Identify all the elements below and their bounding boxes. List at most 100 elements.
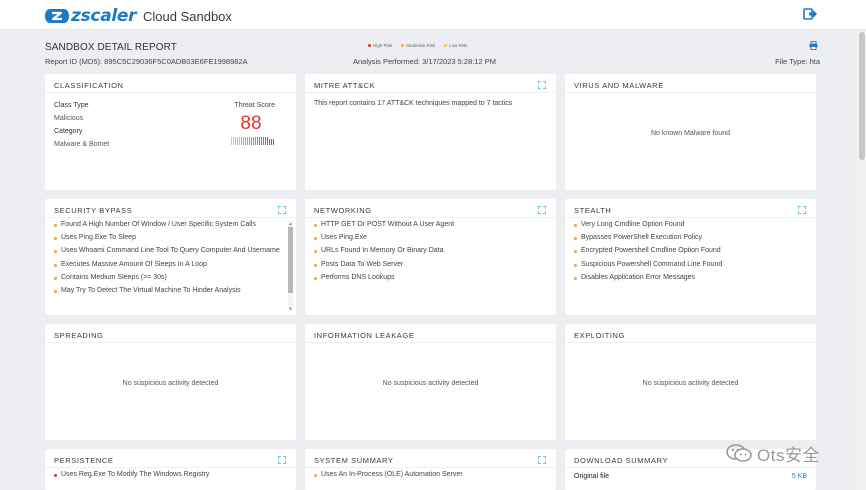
- scroll-down-icon[interactable]: ▼: [288, 306, 293, 311]
- print-icon[interactable]: [809, 41, 818, 50]
- card-title: STEALTH: [574, 206, 612, 215]
- report-id: Report ID (MD5): 895C5C29036F5C0ADB03E6F…: [45, 57, 248, 66]
- card-title: MITRE ATT&CK: [314, 81, 376, 90]
- app-name: Cloud Sandbox: [143, 9, 232, 24]
- category-label: Category: [54, 128, 83, 135]
- divider: [565, 467, 816, 468]
- gauge-tick: [233, 137, 234, 145]
- card-title: INFORMATION LEAKAGE: [314, 331, 415, 340]
- gauge-tick: [247, 137, 248, 145]
- empty-message: No suspicious activity detected: [122, 380, 219, 387]
- list-item: Uses Ping.Exe: [314, 234, 542, 243]
- class-type-label: Class Type: [54, 102, 89, 109]
- finding-list: Uses Reg.Exe To Modify The Windows Regis…: [54, 471, 282, 484]
- list-scrollbar[interactable]: ▲ ▼: [288, 221, 293, 311]
- divider: [565, 342, 816, 343]
- logout-icon[interactable]: [803, 7, 818, 21]
- gauge-tick: [267, 137, 268, 145]
- list-item: Uses An In-Process (OLE) Automation Serv…: [314, 471, 542, 480]
- threat-score-value: 88: [240, 113, 262, 134]
- card-title: SPREADING: [54, 331, 104, 340]
- gauge-tick: [257, 137, 258, 145]
- list-item: Uses Ping.Exe To Sleep: [54, 234, 282, 243]
- divider: [45, 217, 296, 218]
- list-item: Uses Whoami Command Line Tool To Query C…: [54, 247, 282, 256]
- security-bypass-card: SECURITY BYPASS Found A High Number Of W…: [45, 199, 296, 315]
- list-item: Contains Medium Sleeps (>= 30s): [54, 274, 282, 283]
- card-title: SECURITY BYPASS: [54, 206, 133, 215]
- gauge-tick: [259, 137, 260, 145]
- divider: [565, 92, 816, 93]
- scroll-up-icon[interactable]: ▲: [288, 221, 293, 226]
- page-scrollbar-thumb[interactable]: [859, 32, 865, 160]
- gauge-tick: [231, 137, 232, 145]
- legend-high: High Risk: [368, 43, 392, 48]
- information-leakage-card: INFORMATION LEAKAGE No suspicious activi…: [305, 324, 556, 440]
- card-title: CLASSIFICATION: [54, 81, 124, 90]
- expand-icon[interactable]: [278, 456, 286, 464]
- finding-list: Uses An In-Process (OLE) Automation Serv…: [314, 471, 542, 484]
- gauge-tick: [253, 137, 254, 145]
- report-title: SANDBOX DETAIL REPORT: [45, 42, 177, 53]
- card-title: VIRUS AND MALWARE: [574, 81, 664, 90]
- expand-icon[interactable]: [798, 206, 806, 214]
- top-bar: zscaler Cloud Sandbox: [0, 0, 866, 30]
- finding-list: HTTP GET Or POST Without A User Agent Us…: [314, 221, 542, 287]
- list-item: Suspicious Powershell Command Line Found: [574, 261, 802, 270]
- card-title: SYSTEM SUMMARY: [314, 456, 394, 465]
- divider: [305, 342, 556, 343]
- brand-name: zscaler: [71, 6, 137, 26]
- expand-icon[interactable]: [538, 206, 546, 214]
- divider: [45, 342, 296, 343]
- expand-icon[interactable]: [538, 81, 546, 89]
- card-title: EXPLOITING: [574, 331, 626, 340]
- expand-icon[interactable]: [538, 456, 546, 464]
- zscaler-logo[interactable]: zscaler: [44, 5, 137, 27]
- mitre-summary: This report contains 17 ATT&CK technique…: [314, 100, 513, 107]
- divider: [305, 467, 556, 468]
- spreading-card: SPREADING No suspicious activity detecte…: [45, 324, 296, 440]
- category-value: Malware & Botnet: [54, 141, 110, 148]
- list-item: Very Long Cmdline Option Found: [574, 221, 802, 230]
- list-item: Posts Data To Web Server: [314, 261, 542, 270]
- list-item: Performs DNS Lookups: [314, 274, 542, 283]
- mitre-card: MITRE ATT&CK This report contains 17 ATT…: [305, 74, 556, 190]
- gauge-tick: [269, 139, 270, 145]
- risk-legend: High Risk Moderate Risk Low Risk: [368, 43, 468, 48]
- original-file-size[interactable]: 5 KB: [792, 473, 807, 480]
- legend-low: Low Risk: [444, 43, 468, 48]
- list-scrollbar-thumb[interactable]: [288, 227, 293, 293]
- card-title: NETWORKING: [314, 206, 372, 215]
- report-header: SANDBOX DETAIL REPORT Report ID (MD5): 8…: [45, 40, 820, 68]
- list-item: Encrypted Powershell Cmdline Option Foun…: [574, 247, 802, 256]
- stealth-card: STEALTH Very Long Cmdline Option Found B…: [565, 199, 816, 315]
- gauge-tick: [261, 137, 262, 145]
- empty-message: No suspicious activity detected: [642, 380, 739, 387]
- list-item: May Try To Detect The Virtual Machine To…: [54, 287, 282, 296]
- watermark-text: Ots安全: [757, 445, 820, 465]
- legend-moderate: Moderate Risk: [401, 43, 435, 48]
- gauge-tick: [263, 137, 264, 145]
- gauge-tick: [239, 137, 240, 145]
- original-file-row: Original file 5 KB: [574, 473, 807, 480]
- gauge-tick: [249, 137, 250, 145]
- gauge-tick: [265, 137, 266, 145]
- divider: [45, 467, 296, 468]
- divider: [305, 217, 556, 218]
- list-item: URLs Found In Memory Or Binary Data: [314, 247, 542, 256]
- class-type-value: Malicious: [54, 115, 84, 122]
- analysis-timestamp: Analysis Performed: 3/17/2023 5:28:12 PM: [353, 57, 496, 66]
- gauge-tick: [235, 137, 236, 145]
- list-item: Disables Application Error Messages: [574, 274, 802, 283]
- gauge-tick: [271, 139, 272, 145]
- original-file-label: Original file: [574, 473, 610, 480]
- classification-card: CLASSIFICATION Class Type Malicious Cate…: [45, 74, 296, 190]
- file-type: File Type: hta: [775, 57, 820, 66]
- threat-score-label: Threat Score: [234, 102, 275, 109]
- persistence-card: PERSISTENCE Uses Reg.Exe To Modify The W…: [45, 449, 296, 490]
- list-item: Executes Massive Amount Of Sleeps In A L…: [54, 261, 282, 270]
- divider: [305, 92, 556, 93]
- empty-message: No known Malware found: [651, 130, 730, 137]
- threat-score-gauge: [231, 137, 274, 145]
- expand-icon[interactable]: [278, 206, 286, 214]
